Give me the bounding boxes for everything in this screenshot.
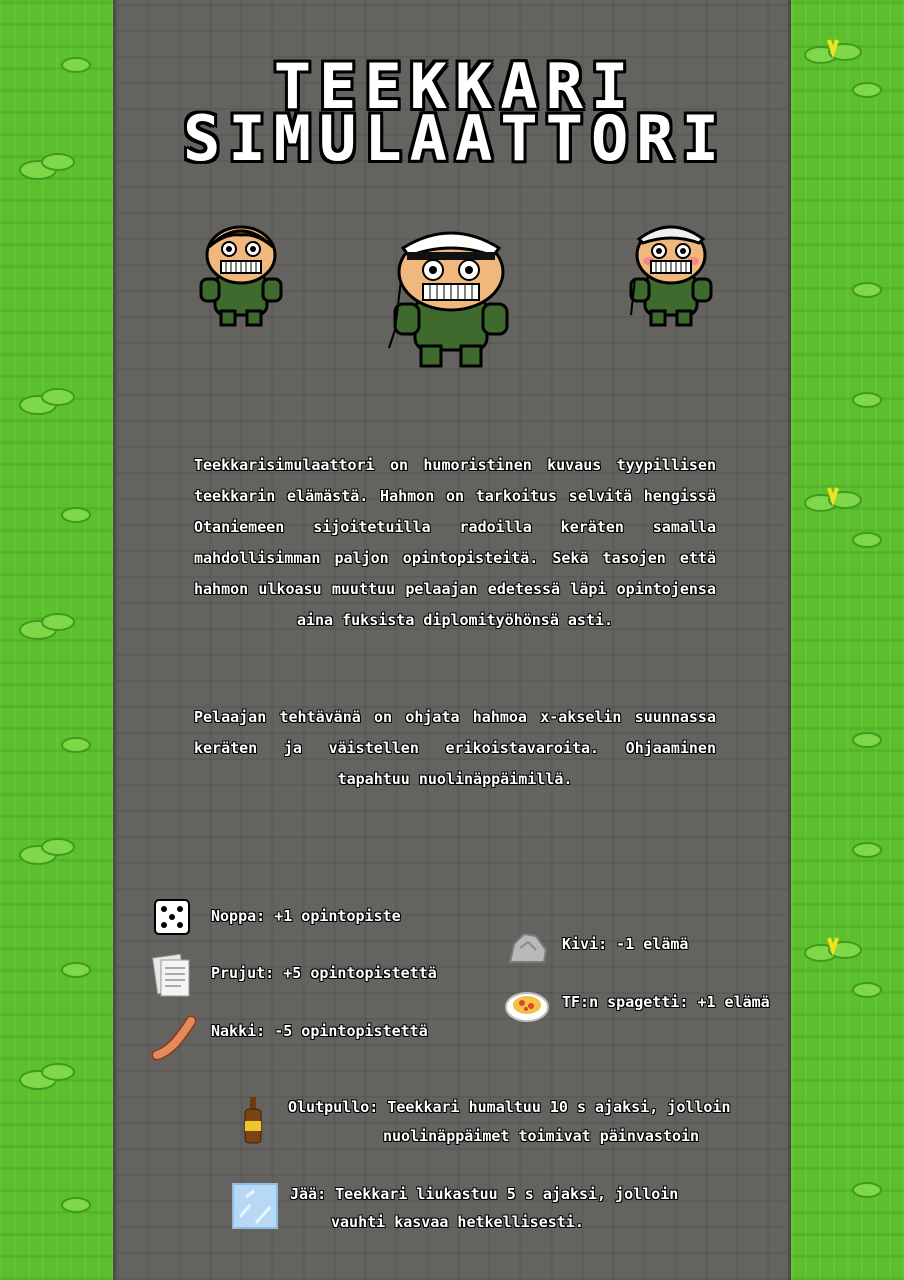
leaf-tuft-icon [19, 153, 75, 180]
leaf-tuft-icon [852, 282, 882, 298]
title-line-2: SIMULAATTORI [183, 102, 727, 175]
controls-paragraph: Pelaajan tehtävänä on ohjata hahmoa x-ak… [194, 708, 716, 788]
leaf-tuft-icon [61, 1197, 91, 1213]
item-jaa-label-line1: Jää: Teekkari liukastuu 5 s ajaksi, joll… [290, 1185, 679, 1203]
rock-icon [508, 932, 548, 963]
leaf-tuft-icon [19, 838, 75, 865]
spaghetti-icon [505, 992, 549, 1022]
road-panel: TEEKKARI SIMULAATTORI Teekkarisimulaatto… [113, 0, 791, 1280]
item-jaa-label-line2: vauhti kasvaa hetkellisesti. [331, 1213, 584, 1231]
leaf-tuft-icon [852, 82, 882, 98]
item-olutpullo-label-line2: nuolinäppäimet toimivat päinvastoin [383, 1127, 700, 1145]
leaf-tuft-icon [852, 842, 882, 858]
leaf-tuft-icon [19, 388, 75, 415]
leaf-tuft-icon [852, 532, 882, 548]
leaf-tuft-icon [19, 613, 75, 640]
fuksi-character-icon [199, 225, 283, 327]
item-spagetti-label: TF:n spagetti: +1 elämä [562, 993, 770, 1011]
description-paragraph: Teekkarisimulaattori on humoristinen kuv… [194, 456, 716, 629]
diplomi-character-icon [629, 225, 713, 327]
grass-border-right [791, 0, 904, 1280]
item-prujut-label: Prujut: +5 opintopistettä [211, 964, 437, 982]
ice-icon [232, 1183, 278, 1229]
sausage-icon [151, 1015, 197, 1061]
leaf-tuft-icon [852, 392, 882, 408]
leaf-tuft-icon [852, 982, 882, 998]
flower-tuft-icon [804, 487, 862, 512]
leaf-tuft-icon [61, 962, 91, 978]
papers-icon [152, 953, 190, 997]
item-nakki-label: Nakki: -5 opintopistettä [211, 1022, 428, 1040]
leaf-tuft-icon [852, 732, 882, 748]
leaf-tuft-icon [61, 507, 91, 523]
flower-tuft-icon [804, 937, 862, 962]
leaf-tuft-icon [852, 1182, 882, 1198]
item-noppa-label: Noppa: +1 opintopiste [211, 907, 401, 925]
item-olutpullo-label-line1: Olutpullo: Teekkari humaltuu 10 s ajaksi… [288, 1098, 731, 1116]
flower-tuft-icon [804, 39, 862, 64]
dice-icon [154, 899, 190, 935]
leaf-tuft-icon [61, 737, 91, 753]
beer-bottle-icon [244, 1097, 262, 1144]
teekkari-character-icon [388, 231, 509, 368]
leaf-tuft-icon [61, 57, 91, 73]
grass-border-left [0, 0, 113, 1280]
item-kivi-label: Kivi: -1 elämä [562, 935, 689, 953]
leaf-tuft-icon [19, 1063, 75, 1090]
